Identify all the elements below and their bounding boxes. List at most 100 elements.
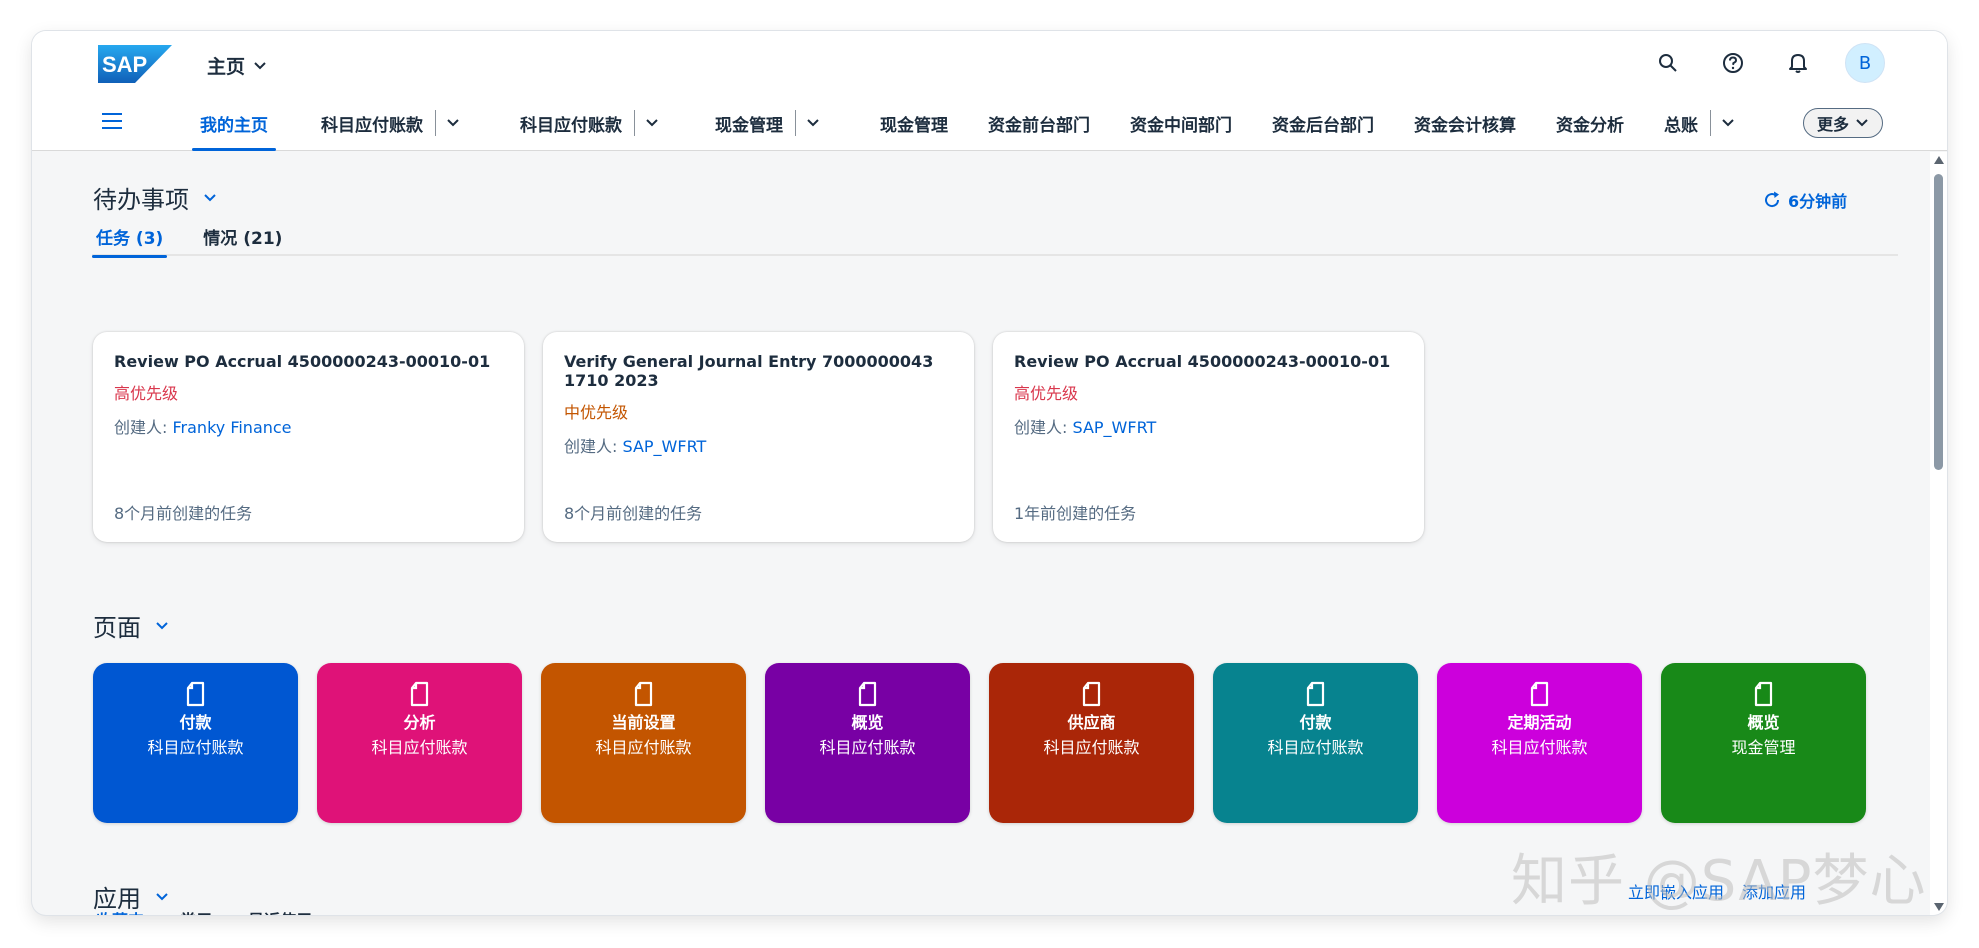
nav-item-accounts-payable-1[interactable]: 科目应付账款 xyxy=(288,95,480,151)
page-tile[interactable]: 概览 现金管理 xyxy=(1661,663,1866,823)
embed-app-link[interactable]: 立即嵌入应用 xyxy=(1628,879,1724,903)
tile-title: 分析 xyxy=(403,713,436,732)
page-tile[interactable]: 付款 科目应付账款 xyxy=(93,663,298,823)
page-tile[interactable]: 付款 科目应付账款 xyxy=(1213,663,1418,823)
nav-item-label: 现金管理 xyxy=(880,115,948,136)
page-tile[interactable]: 当前设置 科目应付账款 xyxy=(541,663,746,823)
add-app-link[interactable]: 添加应用 xyxy=(1742,879,1806,903)
scroll-up-arrow-icon[interactable] xyxy=(1934,156,1944,164)
refresh-button[interactable]: 6分钟前 xyxy=(1762,188,1847,212)
scroll-down-arrow-icon[interactable] xyxy=(1934,903,1944,911)
main-content: 待办事项 6分钟前 任务 (3) 情况 (21) Review PO Accru… xyxy=(32,152,1930,915)
help-button[interactable] xyxy=(1715,44,1751,82)
task-title: Verify General Journal Entry 7000000043 … xyxy=(564,352,934,390)
page-icon xyxy=(1306,681,1324,707)
page-tiles: 付款 科目应付账款 分析 科目应付账款 当前设置 科目应付账款 概览 科目应付账… xyxy=(93,663,1866,823)
tab-tasks[interactable]: 任务 (3) xyxy=(92,216,168,258)
nav-item-label: 我的主页 xyxy=(200,115,268,136)
apps-tabs: 收藏夹 常用 最近使用 xyxy=(96,907,312,915)
app-title: 主页 xyxy=(207,56,246,78)
nav-item-cash-management-1[interactable]: 现金管理 xyxy=(679,95,840,151)
nav-item-label: 资金分析 xyxy=(1556,115,1624,136)
creator-link[interactable]: Franky Finance xyxy=(173,418,292,437)
nav-item-treasury-back-office[interactable]: 资金后台部门 xyxy=(1252,95,1394,151)
task-card[interactable]: Verify General Journal Entry 7000000043 … xyxy=(543,332,974,542)
pages-section-header: 页面 xyxy=(93,608,169,643)
page-icon xyxy=(858,681,876,707)
page-icon xyxy=(1082,681,1100,707)
sap-logo[interactable]: SAP xyxy=(98,45,172,83)
more-button[interactable]: 更多 xyxy=(1803,108,1883,138)
task-creator: 创建人: SAP_WFRT xyxy=(564,433,953,457)
nav-divider xyxy=(795,110,796,136)
chevron-down-icon[interactable] xyxy=(645,118,659,128)
task-cards: Review PO Accrual 4500000243-00010-01 高优… xyxy=(93,332,1424,542)
task-created: 8个月前创建的任务 xyxy=(564,504,703,523)
creator-link[interactable]: SAP_WFRT xyxy=(1073,418,1157,437)
tile-subtitle: 科目应付账款 xyxy=(819,738,916,757)
nav-item-label: 总账 xyxy=(1664,115,1698,136)
nav-item-cash-management-2[interactable]: 现金管理 xyxy=(840,95,968,151)
shell-actions: B xyxy=(1650,43,1885,83)
tab-situations[interactable]: 情况 (21) xyxy=(199,216,286,256)
task-creator: 创建人: Franky Finance xyxy=(114,414,503,438)
refresh-label: 6分钟前 xyxy=(1788,192,1848,211)
task-created: 8个月前创建的任务 xyxy=(114,504,253,523)
nav-item-accounts-payable-2[interactable]: 科目应付账款 xyxy=(480,95,679,151)
tab-frequent[interactable]: 常用 xyxy=(180,907,212,915)
nav-divider xyxy=(1710,110,1711,136)
page-icon xyxy=(1754,681,1772,707)
todo-title: 待办事项 xyxy=(93,186,189,214)
refresh-icon xyxy=(1765,191,1780,208)
todo-section-header: 待办事项 xyxy=(93,180,217,215)
search-button[interactable] xyxy=(1650,44,1686,82)
task-card[interactable]: Review PO Accrual 4500000243-00010-01 高优… xyxy=(993,332,1424,542)
task-priority: 中优先级 xyxy=(564,403,629,422)
bell-icon xyxy=(1789,54,1807,73)
nav-divider xyxy=(435,110,436,136)
nav-item-label: 现金管理 xyxy=(715,115,783,136)
nav-item-treasury-middle-office[interactable]: 资金中间部门 xyxy=(1110,95,1252,151)
svg-text:SAP: SAP xyxy=(102,52,147,77)
watermark: 知乎 @SAP梦心 xyxy=(1511,849,1927,914)
scrollbar-thumb[interactable] xyxy=(1934,174,1943,470)
creator-link[interactable]: SAP_WFRT xyxy=(623,437,707,456)
tab-recent[interactable]: 最近使用 xyxy=(248,907,312,915)
task-card[interactable]: Review PO Accrual 4500000243-00010-01 高优… xyxy=(93,332,524,542)
task-title: Review PO Accrual 4500000243-00010-01 xyxy=(114,352,491,371)
nav-item-label: 资金后台部门 xyxy=(1272,115,1374,136)
pages-title: 页面 xyxy=(93,614,141,642)
app-title-menu[interactable]: 主页 xyxy=(207,52,267,79)
user-avatar[interactable]: B xyxy=(1845,43,1885,83)
page-icon xyxy=(1530,681,1548,707)
nav-item-label: 资金会计核算 xyxy=(1414,115,1516,136)
page-tile[interactable]: 供应商 科目应付账款 xyxy=(989,663,1194,823)
vertical-scrollbar[interactable] xyxy=(1930,152,1947,915)
page-tile[interactable]: 定期活动 科目应付账款 xyxy=(1437,663,1642,823)
chevron-down-icon[interactable] xyxy=(155,892,169,902)
nav-item-label: 科目应付账款 xyxy=(321,115,423,136)
chevron-down-icon[interactable] xyxy=(446,118,460,128)
nav-item-treasury-front-office[interactable]: 资金前台部门 xyxy=(968,95,1110,151)
hamburger-menu-icon[interactable] xyxy=(100,109,126,133)
tab-favorites[interactable]: 收藏夹 xyxy=(96,907,144,915)
nav-items: 我的主页 科目应付账款 科目应付账款 现金管理 现金管理 资金前台部门 资金中间… xyxy=(180,95,1755,151)
tile-subtitle: 科目应付账款 xyxy=(371,738,468,757)
page-tile[interactable]: 分析 科目应付账款 xyxy=(317,663,522,823)
nav-item-treasury-analysis[interactable]: 资金分析 xyxy=(1536,95,1644,151)
chevron-down-icon[interactable] xyxy=(155,621,169,631)
tile-title: 定期活动 xyxy=(1507,713,1572,732)
page-icon xyxy=(410,681,428,707)
tile-subtitle: 科目应付账款 xyxy=(595,738,692,757)
nav-item-general-ledger[interactable]: 总账 xyxy=(1644,95,1755,151)
nav-divider xyxy=(634,110,635,136)
chevron-down-icon[interactable] xyxy=(1721,118,1735,128)
more-label: 更多 xyxy=(1816,115,1849,134)
nav-item-treasury-accounting[interactable]: 资金会计核算 xyxy=(1394,95,1536,151)
page-tile[interactable]: 概览 科目应付账款 xyxy=(765,663,970,823)
chevron-down-icon[interactable] xyxy=(203,193,217,203)
notifications-button[interactable] xyxy=(1780,44,1816,82)
chevron-down-icon[interactable] xyxy=(806,118,820,128)
nav-item-my-home[interactable]: 我的主页 xyxy=(180,95,288,151)
tile-title: 概览 xyxy=(1747,713,1780,732)
